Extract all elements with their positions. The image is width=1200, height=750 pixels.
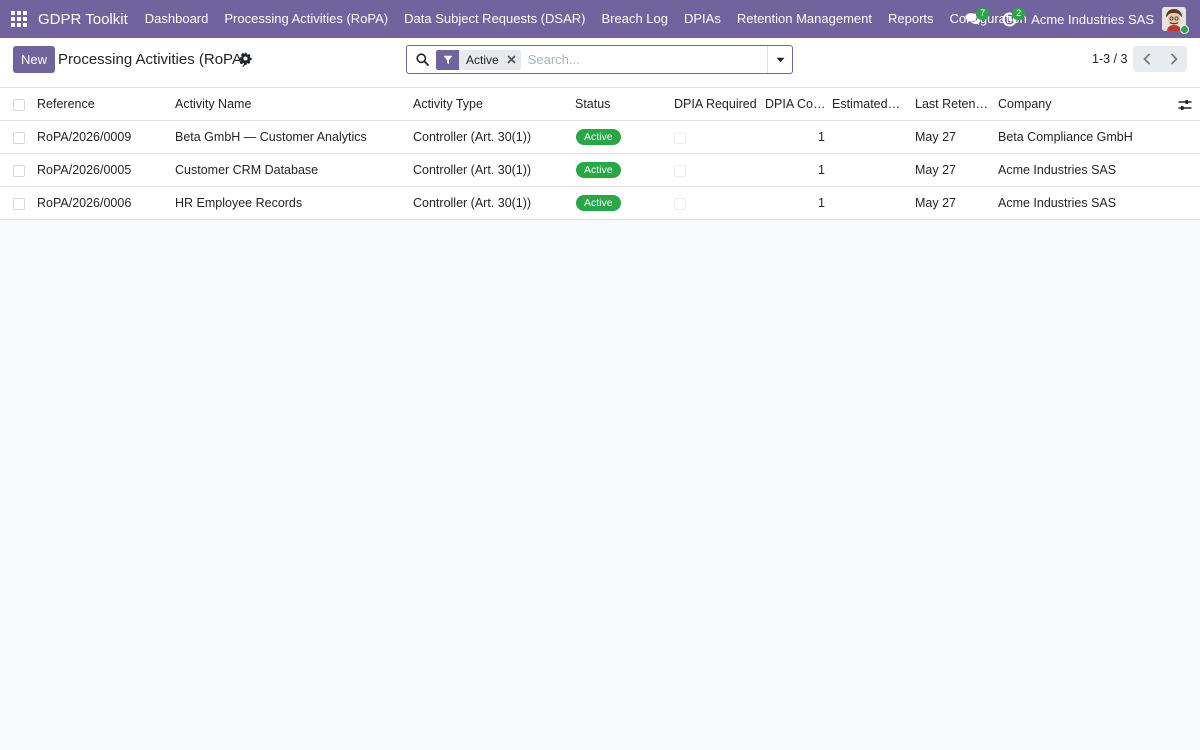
control-panel: New Processing Activities (RoPA) Active	[0, 38, 1200, 88]
ropa-list: Reference Activity Name Activity Type St…	[0, 88, 1200, 220]
cell-dpia-count: 1	[818, 163, 825, 177]
messaging-menu[interactable]: 7	[955, 0, 991, 38]
cell-dpia-count: 1	[818, 130, 825, 144]
cell-dpia-count: 1	[818, 196, 825, 210]
cell-company: Acme Industries SAS	[998, 196, 1117, 210]
cell-activity-type: Controller (Art. 30(1))	[413, 163, 532, 177]
menu-breach-log[interactable]: Breach Log	[594, 0, 677, 38]
column-header-company[interactable]: Company	[998, 88, 1168, 121]
column-header-last-retention[interactable]: Last Retention Review	[915, 88, 991, 121]
menu-reports[interactable]: Reports	[880, 0, 942, 38]
cell-reference: RoPA/2026/0006	[37, 196, 132, 210]
cell-company: Acme Industries SAS	[998, 163, 1117, 177]
gear-icon[interactable]	[239, 52, 252, 65]
search-input[interactable]	[520, 47, 767, 72]
filter-facet: Active	[436, 49, 521, 70]
column-header-estimated[interactable]: Estimated Volume	[832, 88, 902, 121]
filter-facet-value: Active	[459, 49, 505, 70]
chevron-left-icon[interactable]	[1133, 46, 1160, 72]
messages-count-badge: 7	[976, 8, 990, 20]
dpia-required-checkbox	[674, 132, 686, 144]
column-header-reference[interactable]: Reference	[37, 88, 167, 121]
status-badge: Active	[576, 195, 621, 211]
table-row[interactable]: RoPA/2026/0009 Beta GmbH — Customer Anal…	[0, 121, 1200, 154]
cell-reference: RoPA/2026/0005	[37, 163, 132, 177]
table-row[interactable]: RoPA/2026/0006 HR Employee Records Contr…	[0, 187, 1200, 220]
menu-processing-activities[interactable]: Processing Activities (RoPA)	[216, 0, 396, 38]
row-checkbox[interactable]	[13, 165, 25, 177]
filter-icon	[436, 49, 459, 70]
cell-company: Beta Compliance GmbH	[998, 130, 1133, 144]
status-badge: Active	[576, 129, 621, 145]
top-navbar: GDPR Toolkit Dashboard Processing Activi…	[0, 0, 1200, 38]
cell-activity-name: HR Employee Records	[175, 196, 303, 210]
cell-activity-type: Controller (Art. 30(1))	[413, 130, 532, 144]
menu-dashboard[interactable]: Dashboard	[137, 0, 217, 38]
column-header-dpia-required[interactable]: DPIA Required	[674, 88, 759, 121]
search-icon[interactable]	[409, 53, 435, 66]
row-checkbox[interactable]	[13, 132, 25, 144]
dpia-required-checkbox	[674, 198, 686, 210]
user-avatar[interactable]	[1162, 7, 1189, 34]
cell-reference: RoPA/2026/0009	[37, 130, 132, 144]
chevron-right-icon[interactable]	[1160, 46, 1187, 72]
menu-retention-management[interactable]: Retention Management	[729, 0, 880, 38]
new-button[interactable]: New	[13, 46, 55, 73]
select-all-checkbox[interactable]	[13, 99, 25, 111]
company-switcher[interactable]: Acme Industries SAS	[1027, 12, 1162, 27]
page-title: Processing Activities (RoPA)	[58, 51, 247, 68]
menu-dpias[interactable]: DPIAs	[676, 0, 729, 38]
activities-count-badge: 2	[1012, 8, 1026, 20]
apps-menu-icon[interactable]	[0, 0, 38, 38]
sliders-icon[interactable]	[1178, 98, 1192, 112]
status-badge: Active	[576, 162, 621, 178]
app-brand[interactable]: GDPR Toolkit	[38, 11, 128, 28]
user-status-indicator	[1180, 25, 1189, 34]
cell-last-retention: May 27	[915, 163, 956, 177]
caret-down-icon[interactable]	[767, 46, 792, 73]
column-header-activity-type[interactable]: Activity Type	[413, 88, 568, 121]
activities-menu[interactable]: 2	[991, 0, 1027, 38]
search-bar: Active	[406, 45, 793, 74]
cell-activity-name: Beta GmbH — Customer Analytics	[175, 130, 367, 144]
cell-last-retention: May 27	[915, 130, 956, 144]
column-header-dpia-count[interactable]: DPIA Count	[765, 88, 827, 121]
cell-last-retention: May 27	[915, 196, 956, 210]
pager-value[interactable]: 1-3 / 3	[1092, 52, 1127, 66]
row-checkbox[interactable]	[13, 198, 25, 210]
table-row[interactable]: RoPA/2026/0005 Customer CRM Database Con…	[0, 154, 1200, 187]
close-icon[interactable]	[504, 49, 521, 70]
column-header-status[interactable]: Status	[575, 88, 665, 121]
table-header: Reference Activity Name Activity Type St…	[0, 88, 1200, 121]
systray: 7 2 Acme Industries SAS	[955, 0, 1200, 38]
cell-activity-type: Controller (Art. 30(1))	[413, 196, 532, 210]
cell-activity-name: Customer CRM Database	[175, 163, 319, 177]
column-header-activity-name[interactable]: Activity Name	[175, 88, 405, 121]
dpia-required-checkbox	[674, 165, 686, 177]
menu-data-subject-requests[interactable]: Data Subject Requests (DSAR)	[396, 0, 593, 38]
